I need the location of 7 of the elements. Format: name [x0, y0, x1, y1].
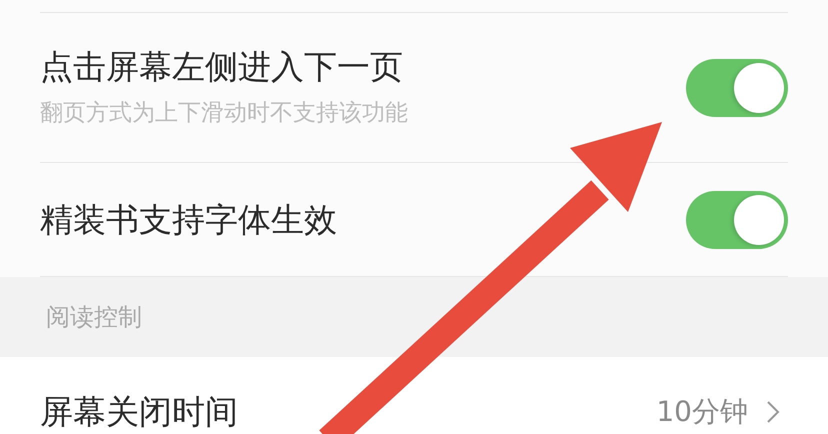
setting-title: 精装书支持字体生效 [40, 200, 337, 238]
setting-title: 屏幕关闭时间 [40, 390, 238, 432]
setting-description: 翻页方式为上下滑动时不支持该功能 [40, 100, 408, 127]
setting-title: 点击屏幕左侧进入下一页 [40, 48, 404, 86]
section-header: 阅读控制 [46, 302, 142, 333]
setting-value: 10分钟 [656, 394, 748, 430]
chevron-right-icon [766, 400, 780, 424]
